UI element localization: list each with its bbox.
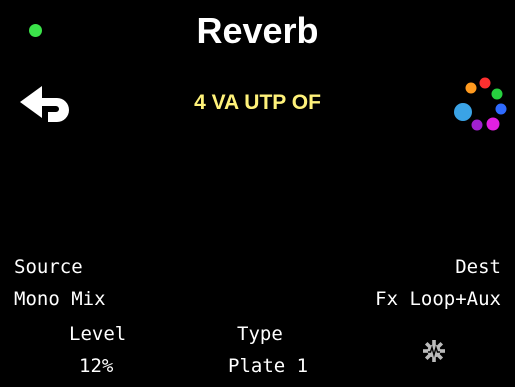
source-label: Source bbox=[14, 256, 83, 278]
type-value[interactable]: Plate 1 bbox=[228, 355, 308, 377]
color-wheel-button[interactable] bbox=[450, 76, 508, 136]
level-value[interactable]: 12% bbox=[79, 355, 113, 377]
source-value[interactable]: Mono Mix bbox=[14, 288, 106, 310]
type-label: Type bbox=[237, 323, 283, 345]
color-dot bbox=[465, 82, 477, 94]
color-dot bbox=[471, 119, 483, 131]
color-dot bbox=[491, 88, 503, 100]
dest-value[interactable]: Fx Loop+Aux bbox=[375, 288, 501, 310]
gear-icon bbox=[423, 340, 445, 362]
color-dot bbox=[454, 103, 472, 121]
preset-name: 4 VA UTP OF bbox=[194, 91, 321, 114]
color-dot bbox=[495, 103, 507, 115]
dest-label: Dest bbox=[455, 256, 501, 278]
level-label: Level bbox=[69, 323, 127, 345]
settings-button[interactable] bbox=[422, 339, 446, 363]
color-dot bbox=[479, 77, 491, 89]
page-title: Reverb bbox=[196, 10, 319, 51]
color-wheel-icon bbox=[454, 77, 507, 131]
color-dot bbox=[486, 117, 500, 131]
